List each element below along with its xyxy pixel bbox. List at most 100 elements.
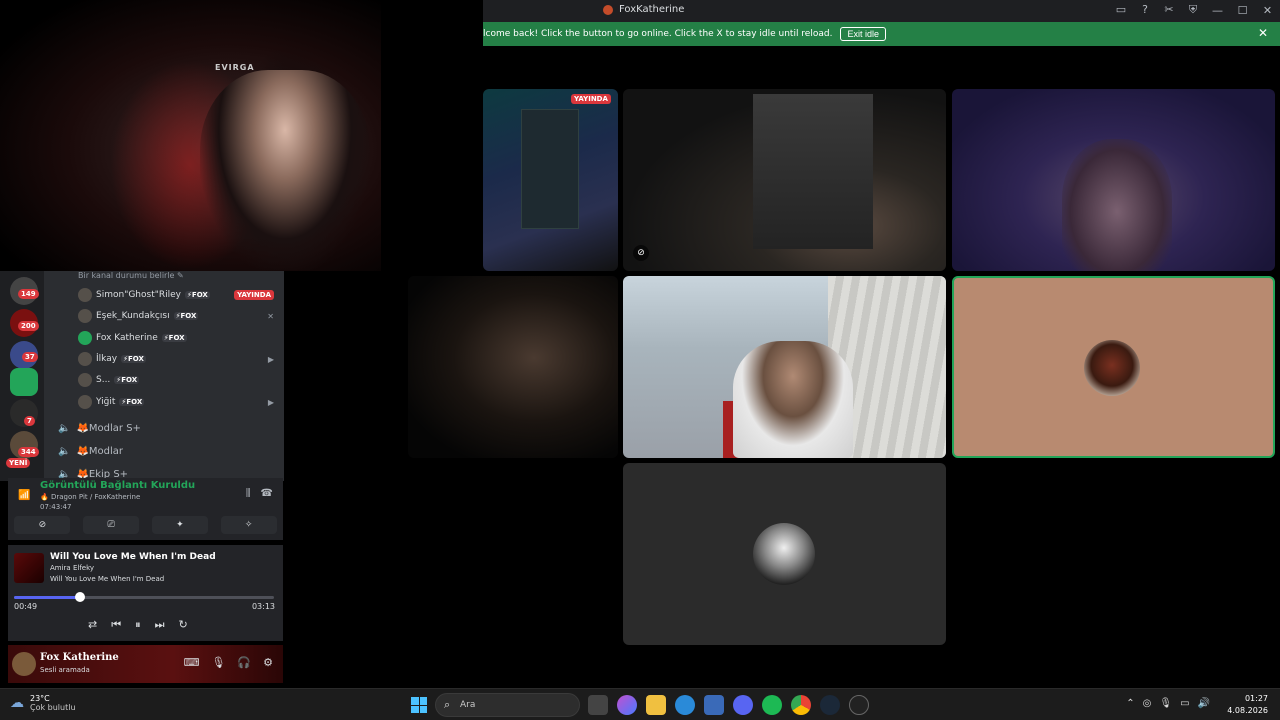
user-tag: ⚡FOX (119, 398, 145, 406)
user-tag: ⚡FOX (173, 312, 199, 320)
disconnect-icon[interactable]: ☎ (261, 488, 273, 499)
song-artist: Amira Elfeky (50, 564, 95, 572)
avatar (78, 352, 92, 366)
tools-icon[interactable]: ✂ (1162, 3, 1176, 17)
next-icon[interactable]: ⏭ (155, 618, 165, 632)
user-panel: Fox Katherine Sesli aramada ⌨ 🎙 🎧 ⚙ (8, 645, 283, 683)
weather-text: 23°C Çok bulutlu (30, 694, 76, 712)
gamepad-icon[interactable]: ⌨ (184, 656, 200, 669)
chevron-up-icon[interactable]: ⌃ (1126, 698, 1134, 709)
taskbar-search[interactable]: ⌕ Ara (435, 693, 580, 717)
speaking-avatar-tile[interactable] (952, 276, 1275, 458)
clock-date: 4.08.2026 (1227, 706, 1268, 715)
activities-button[interactable]: ✦ (151, 516, 208, 534)
edge-icon[interactable] (675, 695, 695, 715)
album-art (14, 553, 44, 583)
mute-icon: ✕ (267, 311, 274, 321)
steam-icon[interactable] (820, 695, 840, 715)
headset-brand: EVIRGA (215, 63, 255, 72)
taskbar-apps (588, 695, 869, 715)
microphone-icon[interactable]: 🎙 (211, 656, 225, 669)
start-tile (411, 697, 419, 705)
app-icon[interactable] (849, 695, 869, 715)
soundboard-button[interactable]: ✧ (220, 516, 277, 534)
idle-banner-message: lcome back! Click the button to go onlin… (483, 29, 833, 39)
previous-icon[interactable]: ⏮ (111, 618, 121, 632)
discord-icon[interactable] (733, 695, 753, 715)
voice-channel[interactable]: 🔈 🦊Modlar (58, 442, 123, 460)
voice-user[interactable]: S... ⚡FOX (78, 371, 278, 389)
gear-icon[interactable]: ⚙ (263, 656, 273, 669)
minimize-button[interactable]: — (1205, 0, 1230, 22)
microphone-icon[interactable]: 🎙 (1159, 698, 1172, 709)
camera-off-button[interactable]: ⊘ (14, 516, 71, 534)
current-time: 00:49 (14, 602, 38, 611)
tray-app-icon[interactable]: ◎ (1143, 698, 1152, 709)
pause-icon[interactable]: ⏸ (135, 618, 141, 632)
copilot-icon[interactable] (617, 695, 637, 715)
maximize-button[interactable]: ☐ (1230, 0, 1255, 22)
voice-location[interactable]: 🔥 Dragon Pit / FoxKatherine (40, 493, 140, 501)
headphones-icon[interactable]: 🎧 (237, 656, 251, 669)
display-icon[interactable]: ▭ (1180, 698, 1189, 709)
progress-knob[interactable] (75, 592, 86, 602)
video-tile[interactable] (623, 276, 946, 458)
playback-controls: ⇄ ⏮ ⏸ ⏭ ↻ (88, 618, 188, 632)
voice-status[interactable]: Görüntülü Bağlantı Kuruldu (40, 480, 195, 491)
voice-channel[interactable]: 🔈 🦊Modlar S+ (58, 419, 141, 437)
close-button[interactable]: ✕ (1255, 0, 1280, 22)
help-icon[interactable]: ? (1138, 3, 1152, 17)
task-view-icon[interactable] (588, 695, 608, 715)
start-tile (419, 705, 427, 713)
streamer-webcam: EVIRGA (0, 0, 381, 271)
shared-screen-content (521, 109, 579, 229)
background-window (753, 94, 873, 249)
noise-suppression-icon[interactable]: ⫼ (246, 488, 251, 499)
speaker-icon: 🔈 (58, 445, 71, 457)
voice-user[interactable]: Simon"Ghost"Riley ⚡FOX YAYINDA (78, 286, 278, 304)
user-avatar[interactable] (12, 652, 36, 676)
voice-user[interactable]: Yiğit ⚡FOX ▶ (78, 393, 278, 411)
repeat-icon[interactable]: ↻ (179, 618, 188, 632)
voice-user[interactable]: Fox Katherine ⚡FOX (78, 329, 278, 347)
progress-fill (14, 596, 81, 599)
user-status: Sesli aramada (40, 666, 90, 674)
file-explorer-icon[interactable] (646, 695, 666, 715)
chrome-icon[interactable] (791, 695, 811, 715)
music-player: Will You Love Me When I'm Dead Amira Elf… (8, 545, 283, 641)
close-icon[interactable]: ✕ (1258, 26, 1268, 40)
video-tile[interactable]: ⊘ (623, 89, 946, 271)
video-tile[interactable] (952, 89, 1275, 271)
exit-idle-button[interactable]: Exit idle (840, 27, 886, 41)
screen-share-tile[interactable]: YAYINDA (483, 89, 618, 271)
start-button[interactable] (411, 697, 427, 713)
shield-icon[interactable]: ⛨ (1186, 3, 1200, 17)
mention-badge: 149 (18, 289, 39, 299)
voice-user[interactable]: İlkay ⚡FOX ▶ (78, 350, 278, 368)
taskbar-clock[interactable]: 01:27 4.08.2026 (1227, 693, 1268, 717)
spotify-icon[interactable] (762, 695, 782, 715)
screen-share-button[interactable]: ⎚ (83, 516, 140, 534)
user-tag: ⚡FOX (121, 355, 146, 363)
inbox-icon[interactable]: ▭ (1114, 3, 1128, 17)
signal-icon[interactable]: 📶 (18, 490, 30, 501)
user-name[interactable]: Fox Katherine (40, 652, 119, 663)
volume-icon[interactable]: 🔊 (1198, 698, 1210, 709)
start-tile (411, 705, 419, 713)
user-controls: ⌨ 🎙 🎧 ⚙ (184, 656, 273, 669)
channel-list: Bir kanal durumu belirle ✎ Simon"Ghost"R… (44, 271, 284, 481)
title-bar-actions: ▭ ? ✂ ⛨ (1114, 3, 1200, 17)
voice-user[interactable]: Eşek_Kundakçısı ⚡FOX ✕ (78, 307, 278, 325)
progress-bar[interactable] (14, 592, 274, 602)
avatar-tile[interactable] (623, 463, 946, 645)
video-tile[interactable] (408, 276, 618, 458)
weather-widget[interactable]: ☁ 23°C Çok bulutlu (10, 694, 76, 712)
store-icon[interactable] (704, 695, 724, 715)
start-tile (419, 697, 427, 705)
server-icon[interactable] (10, 368, 38, 396)
shuffle-icon[interactable]: ⇄ (88, 618, 97, 632)
mention-badge: 37 (22, 352, 38, 362)
user-tag: ⚡FOX (161, 334, 187, 342)
temperature: 23°C (30, 694, 50, 703)
set-channel-status[interactable]: Bir kanal durumu belirle ✎ (78, 271, 184, 280)
